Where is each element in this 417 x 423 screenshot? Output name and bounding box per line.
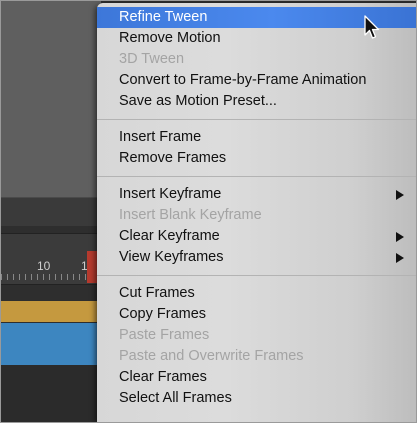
menu-item-3d-tween: 3D Tween <box>97 49 416 70</box>
empty-track-area <box>1 365 101 422</box>
selected-frames-track[interactable] <box>1 344 101 365</box>
stage-area <box>1 1 101 197</box>
context-menu: Refine Tween Remove Motion 3D Tween Convert… <box>97 3 416 422</box>
menu-item-label: Refine Tween <box>119 9 208 25</box>
menu-item-convert-to-frame-by-frame-animation[interactable]: Convert to Frame-by-Frame Animation <box>97 70 416 91</box>
selected-frames-track[interactable] <box>1 323 101 344</box>
menu-item-insert-blank-keyframe: Insert Blank Keyframe <box>97 205 416 226</box>
menu-item-paste-frames: Paste Frames <box>97 325 416 346</box>
menu-item-label: Copy Frames <box>119 306 207 322</box>
menu-item-label: Paste Frames <box>119 327 210 343</box>
menu-separator <box>97 176 416 177</box>
menu-item-label: Remove Motion <box>119 30 221 46</box>
stage-scrollbar[interactable] <box>1 197 101 226</box>
arrow-pointer-icon <box>364 15 380 39</box>
menu-item-copy-frames[interactable]: Copy Frames <box>97 304 416 325</box>
menu-item-label: Insert Frame <box>119 129 202 145</box>
menu-item-label: Save as Motion Preset... <box>119 93 277 109</box>
menu-separator <box>97 119 416 120</box>
menu-item-label: Insert Keyframe <box>119 186 222 202</box>
ruler-ticks <box>1 274 101 280</box>
menu-item-view-keyframes[interactable]: View Keyframes <box>97 247 416 268</box>
menu-item-label: Convert to Frame-by-Frame Animation <box>119 72 367 88</box>
menu-item-label: 3D Tween <box>119 51 185 67</box>
menu-item-label: Insert Blank Keyframe <box>119 207 262 223</box>
submenu-arrow-icon <box>396 190 404 200</box>
app-window: 10 15 Refine Tween Remove Motion 3D Tween C… <box>0 0 417 423</box>
menu-item-clear-keyframe[interactable]: Clear Keyframe <box>97 226 416 247</box>
menu-item-label: Cut Frames <box>119 285 195 301</box>
menu-item-save-as-motion-preset[interactable]: Save as Motion Preset... <box>97 91 416 112</box>
menu-item-label: Remove Frames <box>119 150 227 166</box>
menu-item-label: Paste and Overwrite Frames <box>119 348 304 364</box>
menu-item-clear-frames[interactable]: Clear Frames <box>97 367 416 388</box>
timeline-ruler[interactable]: 10 15 <box>1 233 101 285</box>
menu-item-insert-frame[interactable]: Insert Frame <box>97 127 416 148</box>
tween-span-track[interactable] <box>1 301 101 322</box>
submenu-arrow-icon <box>396 253 404 263</box>
ruler-label-10: 10 <box>37 259 51 273</box>
menu-item-paste-and-overwrite-frames: Paste and Overwrite Frames <box>97 346 416 367</box>
menu-item-insert-keyframe[interactable]: Insert Keyframe <box>97 184 416 205</box>
menu-item-label: View Keyframes <box>119 249 224 265</box>
menu-item-label: Clear Keyframe <box>119 228 220 244</box>
menu-item-label: Select All Frames <box>119 390 232 406</box>
menu-item-select-all-frames[interactable]: Select All Frames <box>97 388 416 409</box>
submenu-arrow-icon <box>396 232 404 242</box>
menu-item-cut-frames[interactable]: Cut Frames <box>97 283 416 304</box>
menu-item-remove-frames[interactable]: Remove Frames <box>97 148 416 169</box>
menu-separator <box>97 275 416 276</box>
menu-item-label: Clear Frames <box>119 369 207 385</box>
